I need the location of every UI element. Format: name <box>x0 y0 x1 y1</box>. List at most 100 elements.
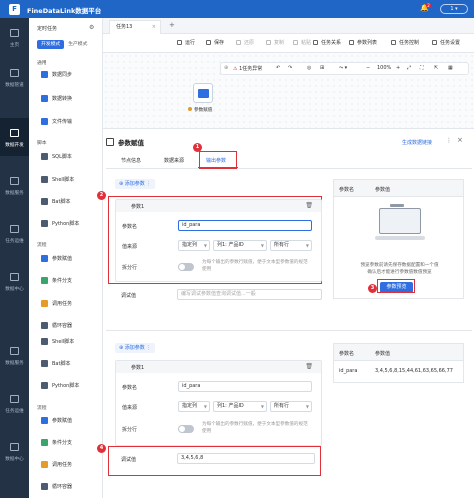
nav-service-2[interactable]: 数据服务 <box>0 336 29 374</box>
task-control-button[interactable]: 任务控制 <box>391 39 419 46</box>
nav-service[interactable]: 数据服务 <box>0 166 29 204</box>
call-task-icon <box>41 300 48 307</box>
component-item[interactable]: Shell脚本 <box>41 336 74 349</box>
target-icon[interactable]: ◎ <box>307 65 311 71</box>
drawer-title-text: 参数赋值 <box>118 139 144 147</box>
column-select[interactable]: 列1: 产品ID ▼ <box>213 401 267 412</box>
rows-select[interactable]: 所有行 ▼ <box>270 401 312 412</box>
component-item[interactable]: Bat脚本 <box>41 358 70 371</box>
mode-switch: 开发模式 生产模式 <box>37 40 101 49</box>
value-source-select[interactable]: 指定列 ▼ <box>178 240 210 251</box>
column-select[interactable]: 列1: 产品ID ▼ <box>213 240 267 251</box>
add-tab-icon[interactable]: + <box>169 21 175 29</box>
trash-icon[interactable]: 🗑 <box>305 202 313 209</box>
app-title: FineDataLink数据平台 <box>27 7 102 15</box>
nav-label: 数据服务 <box>5 191 24 196</box>
nav-label: 数据开发 <box>5 143 24 148</box>
restore-icon <box>236 40 241 45</box>
component-label: SQL脚本 <box>52 154 72 160</box>
add-param-button[interactable]: ⊕ 添加参数 ⋮ <box>115 343 156 353</box>
category-label: 通用 <box>37 61 47 66</box>
component-item[interactable]: Shell脚本 <box>41 174 74 187</box>
copy-button[interactable]: 复制 <box>266 39 284 46</box>
toolbar-label: 任务控制 <box>399 40 420 46</box>
task-relation-button[interactable]: 任务关系 <box>313 39 341 46</box>
redo-icon[interactable]: ↷ <box>288 65 292 71</box>
mode-dev-button[interactable]: 开发模式 <box>37 40 65 49</box>
minimap-icon[interactable]: ▦ <box>448 65 453 71</box>
gear-icon[interactable]: ⚙ <box>89 24 94 31</box>
component-item[interactable]: 循环容器 <box>41 320 72 333</box>
component-item[interactable]: 条件分支 <box>41 437 72 450</box>
toolbar: 运行 保存 还原 复制 粘贴 任务关系 参数列表 任务控制 任务设置 <box>103 35 474 53</box>
tab-task13[interactable]: 任务13 × <box>109 20 161 34</box>
rows-select[interactable]: 所有行 ▼ <box>270 240 312 251</box>
save-button[interactable]: 保存 <box>206 39 224 46</box>
toolbar-label: 保存 <box>214 40 225 46</box>
param-name-input[interactable]: id_para <box>178 381 312 392</box>
nav-ops-2[interactable]: 任务运维 <box>0 384 29 422</box>
zoom-out-icon[interactable]: − <box>366 65 370 71</box>
component-item[interactable]: SQL脚本 <box>41 151 72 164</box>
close-icon[interactable]: × <box>152 21 156 34</box>
split-row-toggle[interactable] <box>178 263 194 271</box>
split-row-toggle[interactable] <box>178 425 194 433</box>
param-name-input[interactable]: id_para <box>178 220 312 231</box>
fit-icon[interactable]: ⤢ <box>407 65 411 71</box>
error-chip[interactable]: ⚠ 1任务异常 <box>233 65 262 72</box>
link-icon[interactable]: ⤳ ▾ <box>339 65 347 71</box>
fullscreen-icon[interactable]: ⛶ <box>420 65 424 71</box>
run-button[interactable]: 运行 <box>177 39 195 46</box>
value-source-label: 值来源 <box>122 405 138 411</box>
nav-pipeline[interactable]: 数据管道 <box>0 58 29 96</box>
layout-icon[interactable]: ⊞ <box>320 65 324 71</box>
component-item[interactable]: 调用任务 <box>41 459 72 472</box>
tab-node-info[interactable]: 节点信息 <box>121 157 141 164</box>
add-param-button[interactable]: ⊕ 添加参数 ⋮ <box>115 179 156 189</box>
ops-icon <box>10 395 19 403</box>
restore-button[interactable]: 还原 <box>236 39 254 46</box>
pipeline-icon <box>10 69 19 77</box>
pin-icon[interactable]: ⊕ <box>224 65 228 71</box>
assign-icon <box>198 89 209 98</box>
task-settings-button[interactable]: 任务设置 <box>432 39 460 46</box>
param-assign-node[interactable] <box>193 83 213 103</box>
component-item[interactable]: 调用任务 <box>41 298 72 311</box>
component-item[interactable]: Bat脚本 <box>41 196 70 209</box>
component-item[interactable]: 参数赋值 <box>41 415 72 428</box>
component-item[interactable]: 数据转换 <box>41 93 72 106</box>
debug-value-input[interactable]: 3,4,5,6,8 <box>177 453 315 464</box>
param-drawer: 参数赋值 生成数据链接 ⋮ × 节点信息 数据来源 输出参数 1 ⊕ 添加参数 … <box>97 130 472 498</box>
nav-dev[interactable]: 数据开发 <box>0 118 29 156</box>
component-item[interactable]: 条件分支 <box>41 275 72 288</box>
undo-icon[interactable]: ↶ <box>276 65 280 71</box>
mode-prod-button[interactable]: 生产模式 <box>64 40 91 49</box>
trash-icon[interactable]: 🗑 <box>305 363 313 370</box>
component-item[interactable]: Python脚本 <box>41 380 79 393</box>
debug-value-input[interactable]: 编写调试参数值查询调试值...一般 <box>177 289 322 300</box>
nav-home[interactable]: 主页 <box>0 18 29 56</box>
more-icon[interactable]: ⋮ <box>446 137 452 144</box>
doc-link[interactable]: 生成数据链接 <box>402 139 432 146</box>
user-menu[interactable]: 1 ▾ <box>440 4 468 14</box>
nav-center[interactable]: 数据中心 <box>0 262 29 300</box>
toolbar-label: 运行 <box>185 40 196 46</box>
component-label: Python脚本 <box>52 383 80 389</box>
param-list-button[interactable]: 参数列表 <box>349 39 377 46</box>
paste-button[interactable]: 粘贴 <box>293 39 311 46</box>
component-item[interactable]: 数据同步 <box>41 69 72 82</box>
component-item[interactable]: 循环容器 <box>41 481 72 494</box>
tab-label: 任务13 <box>116 24 133 30</box>
tab-bar: 任务13 × + <box>103 18 474 34</box>
nav-ops[interactable]: 任务运维 <box>0 214 29 252</box>
tab-data-source[interactable]: 数据来源 <box>164 157 184 164</box>
value-source-select[interactable]: 指定列 ▼ <box>178 401 210 412</box>
zoom-in-icon[interactable]: + <box>396 65 400 71</box>
component-item[interactable]: 参数赋值 <box>41 253 72 266</box>
close-icon[interactable]: × <box>457 136 463 144</box>
component-item[interactable]: Python脚本 <box>41 218 79 231</box>
component-item[interactable]: 文件传输 <box>41 116 72 129</box>
nav-center-2[interactable]: 数据中心 <box>0 432 29 470</box>
expand-icon[interactable]: ⇱ <box>434 65 438 71</box>
category-label: 脚本 <box>37 141 47 146</box>
